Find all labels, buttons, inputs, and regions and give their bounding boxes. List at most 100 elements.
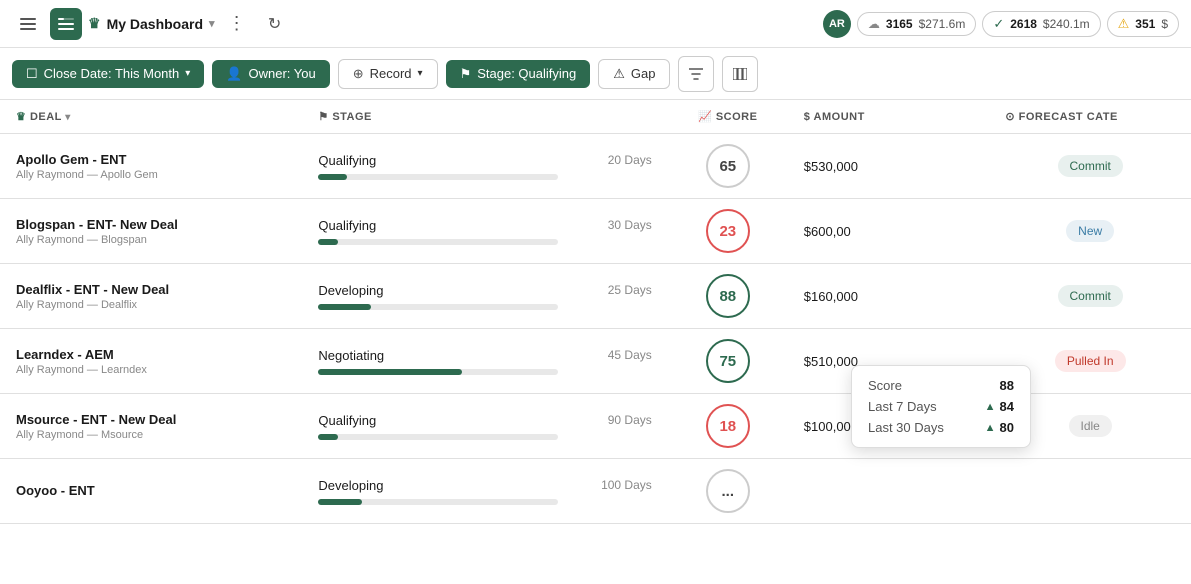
stage-name: Qualifying	[318, 153, 376, 168]
list-view-button[interactable]	[50, 8, 82, 40]
amount-value: $100,000	[804, 419, 858, 434]
table-row[interactable]: Apollo Gem - ENT Ally Raymond — Apollo G…	[0, 134, 1191, 199]
pipeline3-count: 351	[1135, 17, 1155, 31]
progress-bar	[318, 239, 558, 245]
stage-days: 30 Days	[608, 218, 652, 233]
stage-name: Developing	[318, 478, 383, 493]
topnav-right: AR ☁ 3165 $271.6m ✓ 2618 $240.1m ⚠ 351 $	[823, 10, 1179, 38]
deal-sub: Ally Raymond — Dealflix	[16, 299, 286, 311]
stage-cell: Developing 100 Days	[302, 459, 667, 524]
th-forecast: ⊙ FORECAST CATE	[989, 100, 1191, 134]
deal-name: Dealflix - ENT - New Deal	[16, 282, 286, 297]
progress-bar	[318, 499, 558, 505]
score-circle: 65	[706, 144, 750, 188]
chevron-icon: ▾	[185, 68, 190, 79]
record-icon: ⊕	[353, 66, 364, 82]
topnav-left: ♛ My Dashboard ▾ ⋮ ↻	[12, 8, 815, 40]
deal-cell: Learndex - AEM Ally Raymond — Learndex	[0, 329, 302, 394]
deal-cell: Dealflix - ENT - New Deal Ally Raymond —…	[0, 264, 302, 329]
tooltip-score-val: 88	[1000, 378, 1014, 393]
score-circle: 88	[706, 274, 750, 318]
close-date-filter[interactable]: ☐ Close Date: This Month ▾	[12, 60, 204, 88]
chevron-down-icon: ▾	[209, 17, 215, 30]
pipeline-badge-2[interactable]: ✓ 2618 $240.1m	[982, 11, 1100, 37]
forecast-badge: Commit	[1058, 155, 1123, 177]
stage-cell: Qualifying 20 Days	[302, 134, 667, 199]
deal-name: Msource - ENT - New Deal	[16, 412, 286, 427]
th-score: 📈 SCORE	[668, 100, 788, 134]
amount-value: $600,00	[804, 224, 851, 239]
flag-icon: ⚑	[460, 66, 472, 82]
pipeline-badge-1[interactable]: ☁ 3165 $271.6m	[857, 12, 976, 36]
amount-value: $510,000	[804, 354, 858, 369]
score-tooltip: Score 88 Last 7 Days ▲ 84 Last 30 Days ▲…	[851, 365, 1031, 448]
th-stage: ⚑ STAGE	[302, 100, 667, 134]
tooltip-last30-label: Last 30 Days	[868, 420, 944, 435]
cloud-icon: ☁	[868, 17, 880, 31]
chevron-down-icon: ▾	[418, 68, 423, 79]
table-row[interactable]: Blogspan - ENT- New Deal Ally Raymond — …	[0, 199, 1191, 264]
progress-bar	[318, 369, 558, 375]
stage-filter[interactable]: ⚑ Stage: Qualifying	[446, 60, 591, 88]
alert-triangle-icon: ⚠	[613, 66, 625, 82]
deal-sub: Ally Raymond — Blogspan	[16, 234, 286, 246]
deal-name: Learndex - AEM	[16, 347, 286, 362]
stage-days: 25 Days	[608, 283, 652, 298]
stage-days: 20 Days	[608, 153, 652, 168]
score-cell: ...	[668, 459, 788, 524]
filterbar: ☐ Close Date: This Month ▾ 👤 Owner: You …	[0, 48, 1191, 100]
tooltip-last7-val: ▲ 84	[985, 399, 1014, 414]
deal-cell: Ooyoo - ENT	[0, 459, 302, 524]
stage-days: 45 Days	[608, 348, 652, 363]
stage-cell: Qualifying 90 Days	[302, 394, 667, 459]
progress-bar	[318, 304, 558, 310]
progress-bar	[318, 434, 558, 440]
score-cell: 88	[668, 264, 788, 329]
score-circle: 23	[706, 209, 750, 253]
th-deal[interactable]: ♛ DEAL ▾	[0, 100, 302, 134]
pipeline-badge-3[interactable]: ⚠ 351 $	[1107, 11, 1179, 37]
sidebar-toggle-button[interactable]	[12, 8, 44, 40]
stage-name: Developing	[318, 283, 383, 298]
columns-button[interactable]	[722, 56, 758, 92]
table-row[interactable]: Dealflix - ENT - New Deal Ally Raymond —…	[0, 264, 1191, 329]
forecast-cell: New	[989, 199, 1191, 264]
calendar-icon: ☐	[26, 66, 38, 82]
amount-value: $530,000	[804, 159, 858, 174]
deal-sub: Ally Raymond — Msource	[16, 429, 286, 441]
deals-table: ♛ DEAL ▾ ⚑ STAGE 📈 SCORE $ AMOUNT ⊙ FORE…	[0, 100, 1191, 524]
stage-days: 100 Days	[601, 478, 652, 493]
refresh-button[interactable]: ↻	[259, 8, 291, 40]
topnav: ♛ My Dashboard ▾ ⋮ ↻ AR ☁ 3165 $271.6m ✓…	[0, 0, 1191, 48]
pipeline2-value: $240.1m	[1043, 17, 1090, 31]
deal-cell: Blogspan - ENT- New Deal Ally Raymond — …	[0, 199, 302, 264]
table-row[interactable]: Ooyoo - ENT Developing 100 Days ...	[0, 459, 1191, 524]
more-options-button[interactable]: ⋮	[221, 8, 253, 40]
forecast-cell: Commit	[989, 264, 1191, 329]
amount-cell: $160,000	[788, 264, 990, 329]
deal-name: Ooyoo - ENT	[16, 483, 286, 498]
th-amount: $ AMOUNT	[788, 100, 990, 134]
gap-filter[interactable]: ⚠ Gap	[598, 59, 670, 89]
stage-days: 90 Days	[608, 413, 652, 428]
stage-name: Qualifying	[318, 413, 376, 428]
owner-filter[interactable]: 👤 Owner: You	[212, 60, 329, 88]
score-circle: 75	[706, 339, 750, 383]
dashboard-title[interactable]: ♛ My Dashboard ▾	[88, 15, 215, 32]
deal-sub: Ally Raymond — Apollo Gem	[16, 169, 286, 181]
deal-sub: Ally Raymond — Learndex	[16, 364, 286, 376]
pipeline2-count: 2618	[1010, 17, 1037, 31]
tooltip-last7-label: Last 7 Days	[868, 399, 937, 414]
deals-table-wrap: ♛ DEAL ▾ ⚑ STAGE 📈 SCORE $ AMOUNT ⊙ FORE…	[0, 100, 1191, 584]
filter-button[interactable]	[678, 56, 714, 92]
check-icon: ✓	[993, 16, 1004, 32]
record-filter[interactable]: ⊕ Record ▾	[338, 59, 438, 89]
score-cell: 65	[668, 134, 788, 199]
forecast-badge: Idle	[1069, 415, 1112, 437]
table-header-row: ♛ DEAL ▾ ⚑ STAGE 📈 SCORE $ AMOUNT ⊙ FORE…	[0, 100, 1191, 134]
avatar: AR	[823, 10, 851, 38]
stage-cell: Negotiating 45 Days	[302, 329, 667, 394]
score-circle: 18	[706, 404, 750, 448]
stage-name: Negotiating	[318, 348, 384, 363]
score-cell: 18	[668, 394, 788, 459]
